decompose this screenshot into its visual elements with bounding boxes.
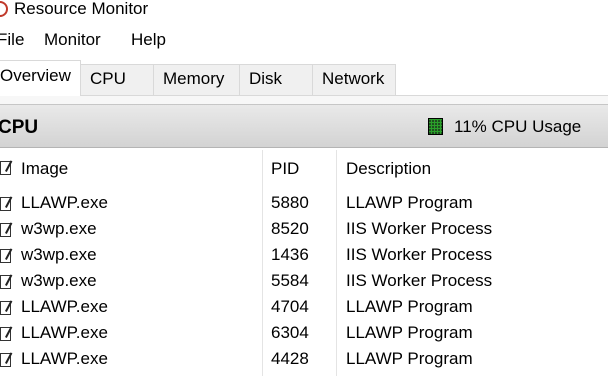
cell-pid: 4704 (271, 297, 309, 316)
column-header-description[interactable]: Description (346, 158, 431, 180)
row-checkbox[interactable] (0, 223, 11, 237)
row-checkbox[interactable] (0, 275, 11, 289)
tab-network[interactable]: Network (312, 64, 396, 95)
cell-description: LLAWP Program (346, 349, 473, 368)
tab-strip: Overview CPU Memory Disk Network (0, 60, 608, 96)
cell-pid: 6304 (271, 323, 309, 342)
column-header-pid[interactable]: PID (271, 158, 299, 180)
column-header-image[interactable]: Image (21, 158, 68, 180)
cell-image: LLAWP.exe (21, 193, 108, 212)
window-title: Resource Monitor (14, 0, 149, 18)
cell-image: w3wp.exe (21, 271, 97, 290)
cell-pid: 5880 (271, 193, 309, 212)
cell-description: LLAWP Program (346, 323, 473, 342)
cpu-section-header[interactable]: CPU 11% CPU Usage (0, 104, 608, 148)
row-checkbox[interactable] (0, 197, 11, 211)
tab-overview-label: Overview (0, 66, 71, 85)
cell-image: w3wp.exe (21, 219, 97, 238)
cpu-usage-label: 11% CPU Usage (454, 117, 582, 136)
cell-pid: 8520 (271, 219, 309, 238)
table-row[interactable]: w3wp.exe 8520 IIS Worker Process (0, 216, 608, 242)
table-header: Image PID Description (0, 148, 608, 188)
row-checkbox[interactable] (0, 301, 11, 315)
table-row[interactable]: LLAWP.exe 4704 LLAWP Program (0, 294, 608, 320)
tab-cpu-label: CPU (90, 69, 126, 88)
cell-image: LLAWP.exe (21, 323, 108, 342)
cell-description: IIS Worker Process (346, 245, 493, 264)
select-all-checkbox[interactable] (0, 161, 11, 175)
cell-description: IIS Worker Process (346, 271, 493, 290)
tab-overview[interactable]: Overview (0, 60, 81, 96)
cell-image: LLAWP.exe (21, 297, 108, 316)
cell-image: w3wp.exe (21, 245, 97, 264)
cpu-section-title: CPU (0, 117, 39, 138)
cell-image: LLAWP.exe (21, 349, 108, 368)
tab-memory-label: Memory (163, 69, 225, 88)
tab-disk[interactable]: Disk (239, 64, 313, 95)
tab-disk-label: Disk (249, 69, 283, 88)
table-row[interactable]: LLAWP.exe 5880 LLAWP Program (0, 190, 608, 216)
tab-network-label: Network (322, 69, 385, 88)
cell-description: LLAWP Program (346, 193, 473, 212)
cell-description: LLAWP Program (346, 297, 473, 316)
title-bar: Resource Monitor (0, 0, 608, 22)
table-row[interactable]: w3wp.exe 1436 IIS Worker Process (0, 242, 608, 268)
row-checkbox[interactable] (0, 249, 11, 263)
menu-bar: File Monitor Help (0, 27, 608, 53)
menu-help[interactable]: Help (131, 27, 166, 53)
cell-pid: 4428 (271, 349, 309, 368)
cell-description: IIS Worker Process (346, 219, 493, 238)
tab-memory[interactable]: Memory (153, 64, 240, 95)
row-checkbox[interactable] (0, 327, 11, 341)
row-checkbox[interactable] (0, 353, 11, 367)
menu-monitor[interactable]: Monitor (44, 27, 101, 53)
resource-monitor-icon (0, 1, 8, 17)
cpu-usage-graph-icon (428, 118, 443, 135)
table-row[interactable]: LLAWP.exe 4428 LLAWP Program (0, 346, 608, 372)
menu-file[interactable]: File (0, 27, 24, 53)
table-row[interactable]: w3wp.exe 5584 IIS Worker Process (0, 268, 608, 294)
cell-pid: 1436 (271, 245, 309, 264)
cell-pid: 5584 (271, 271, 309, 290)
table-row[interactable]: LLAWP.exe 6304 LLAWP Program (0, 320, 608, 346)
tab-cpu[interactable]: CPU (80, 64, 154, 95)
